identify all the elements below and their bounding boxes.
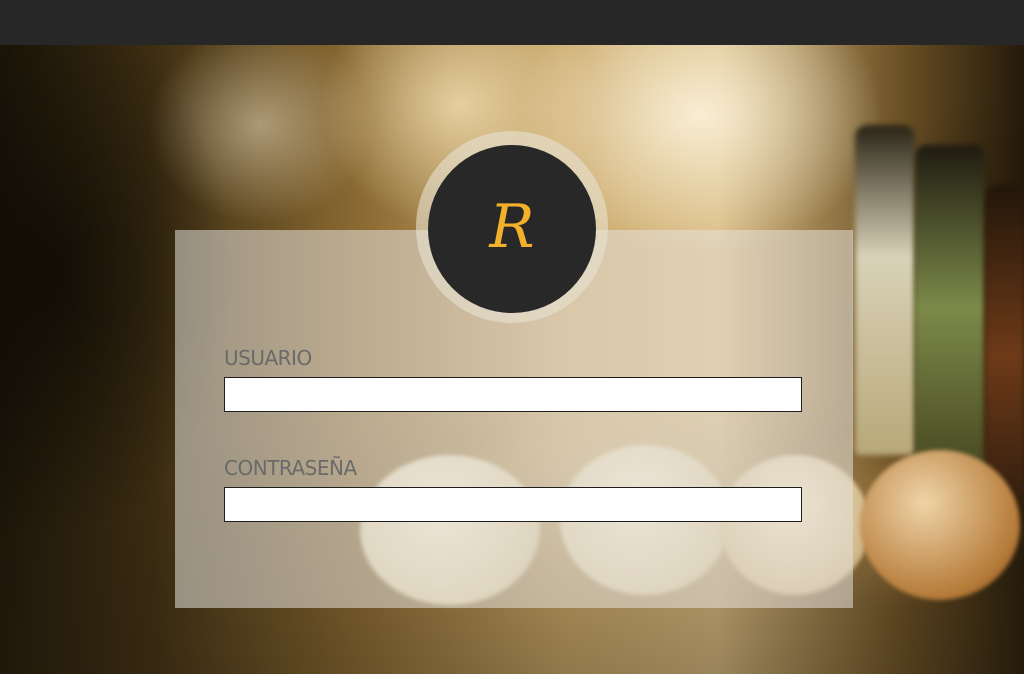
- password-input[interactable]: [224, 487, 802, 522]
- password-label: CONTRASEÑA: [224, 456, 357, 480]
- bottle-image: [855, 125, 915, 455]
- logo-letter: R: [489, 192, 535, 262]
- username-label: USUARIO: [224, 346, 312, 370]
- username-input[interactable]: [224, 377, 802, 412]
- top-bar: [0, 0, 1024, 45]
- apple-image: [860, 450, 1020, 600]
- logo: R: [428, 145, 596, 313]
